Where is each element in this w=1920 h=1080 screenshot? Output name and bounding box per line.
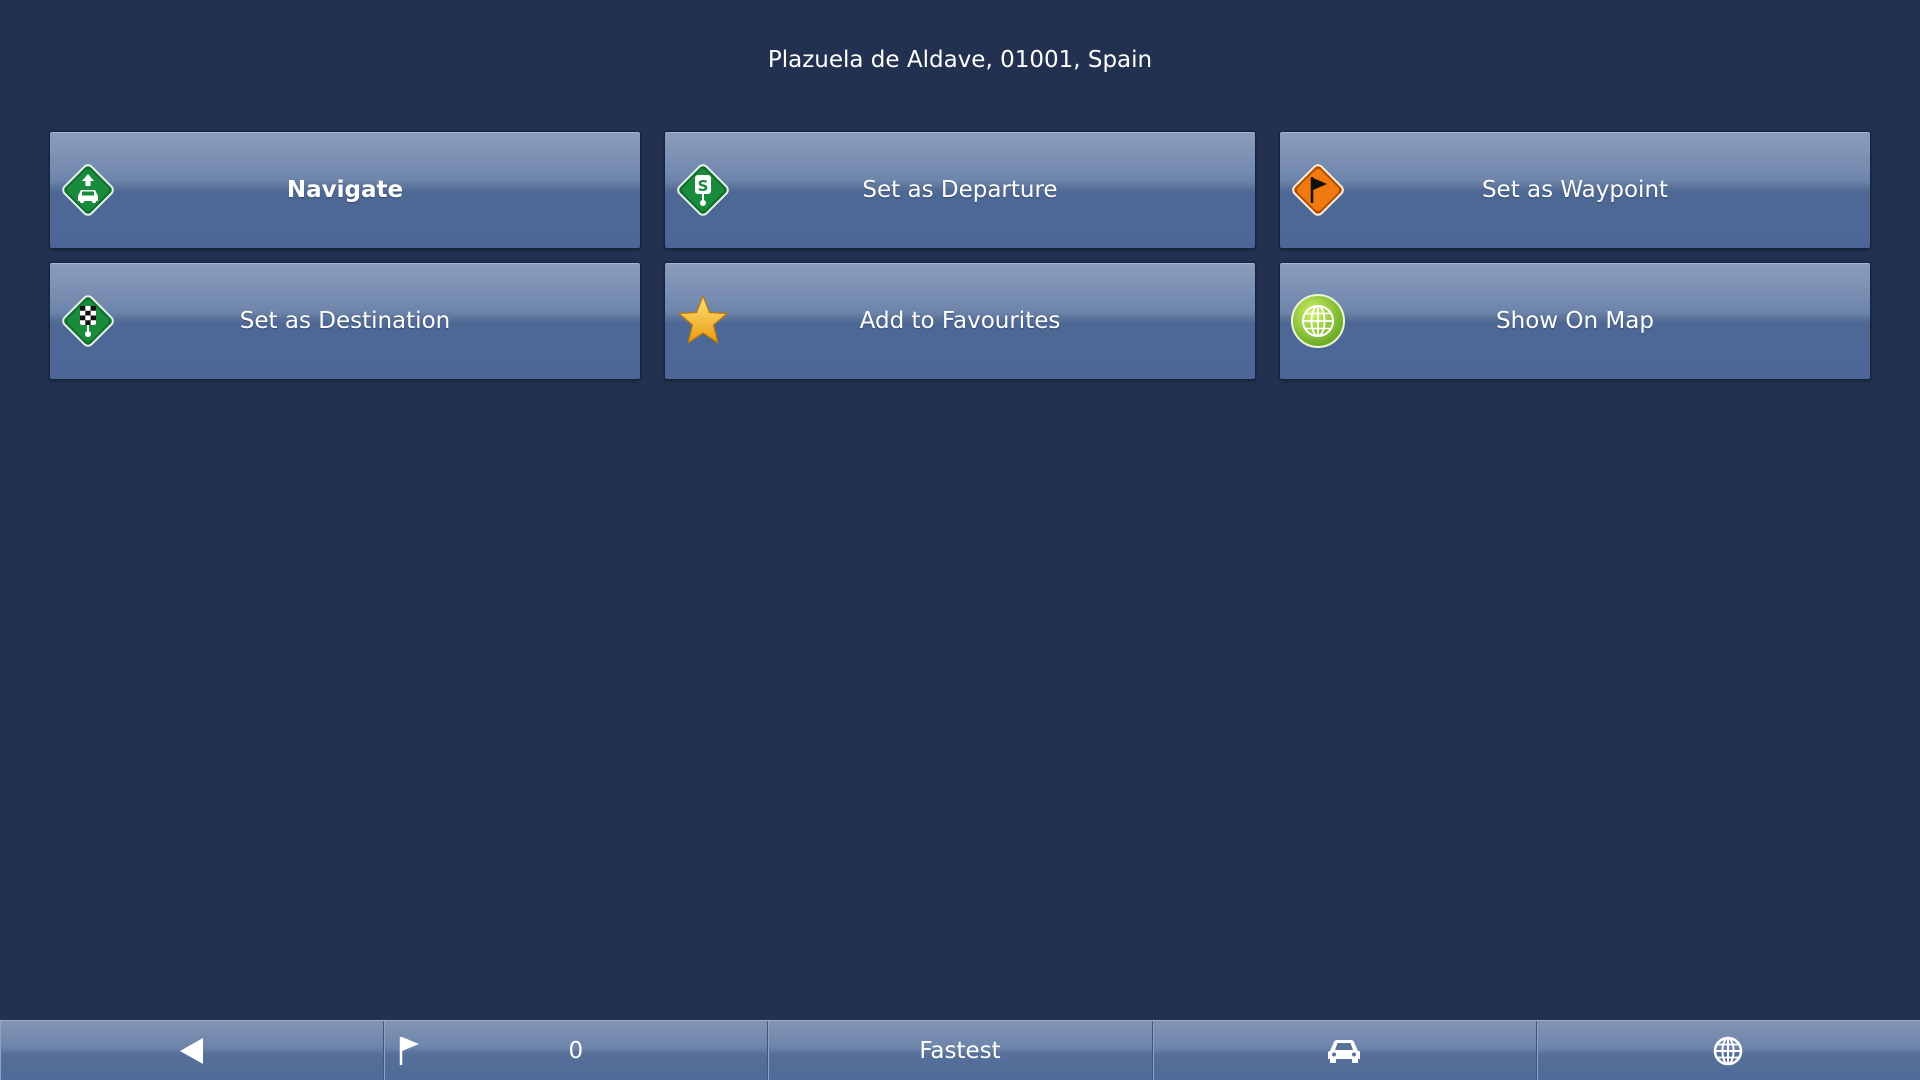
bottom-toolbar: 0 Fastest (0, 1020, 1920, 1080)
set-destination-button[interactable]: Set as Destination (49, 262, 641, 380)
back-button[interactable] (0, 1021, 385, 1080)
set-destination-label: Set as Destination (239, 308, 451, 334)
show-on-map-button[interactable]: Show On Map (1279, 262, 1871, 380)
set-waypoint-button[interactable]: Set as Waypoint (1279, 131, 1871, 249)
set-departure-label: Set as Departure (862, 177, 1058, 203)
action-grid: Navigate S Set as Departure Set as Waypo… (49, 131, 1871, 380)
set-departure-button[interactable]: S Set as Departure (664, 131, 1256, 249)
globe-icon (1714, 1036, 1743, 1066)
route-mode-label: Fastest (919, 1038, 1001, 1064)
address-title: Plazuela de Aldave, 01001, Spain (767, 47, 1153, 73)
map-button[interactable] (1537, 1021, 1920, 1080)
show-on-map-label: Show On Map (1496, 308, 1654, 334)
navigate-label: Navigate (286, 177, 404, 203)
place-actions-screen: Plazuela de Aldave, 01001, Spain Navigat… (0, 0, 1920, 1080)
set-waypoint-label: Set as Waypoint (1481, 177, 1669, 203)
car-icon (1328, 1040, 1361, 1063)
waypoints-button[interactable]: 0 (384, 1021, 769, 1080)
vehicle-button[interactable] (1153, 1021, 1537, 1080)
navigate-button[interactable]: Navigate (49, 131, 641, 249)
waypoint-count: 0 (568, 1038, 584, 1064)
route-mode-button[interactable]: Fastest (768, 1021, 1153, 1080)
add-favourites-label: Add to Favourites (859, 308, 1061, 334)
flag-icon (399, 1037, 420, 1065)
back-arrow-icon (179, 1038, 203, 1064)
add-favourites-button[interactable]: Add to Favourites (664, 262, 1256, 380)
